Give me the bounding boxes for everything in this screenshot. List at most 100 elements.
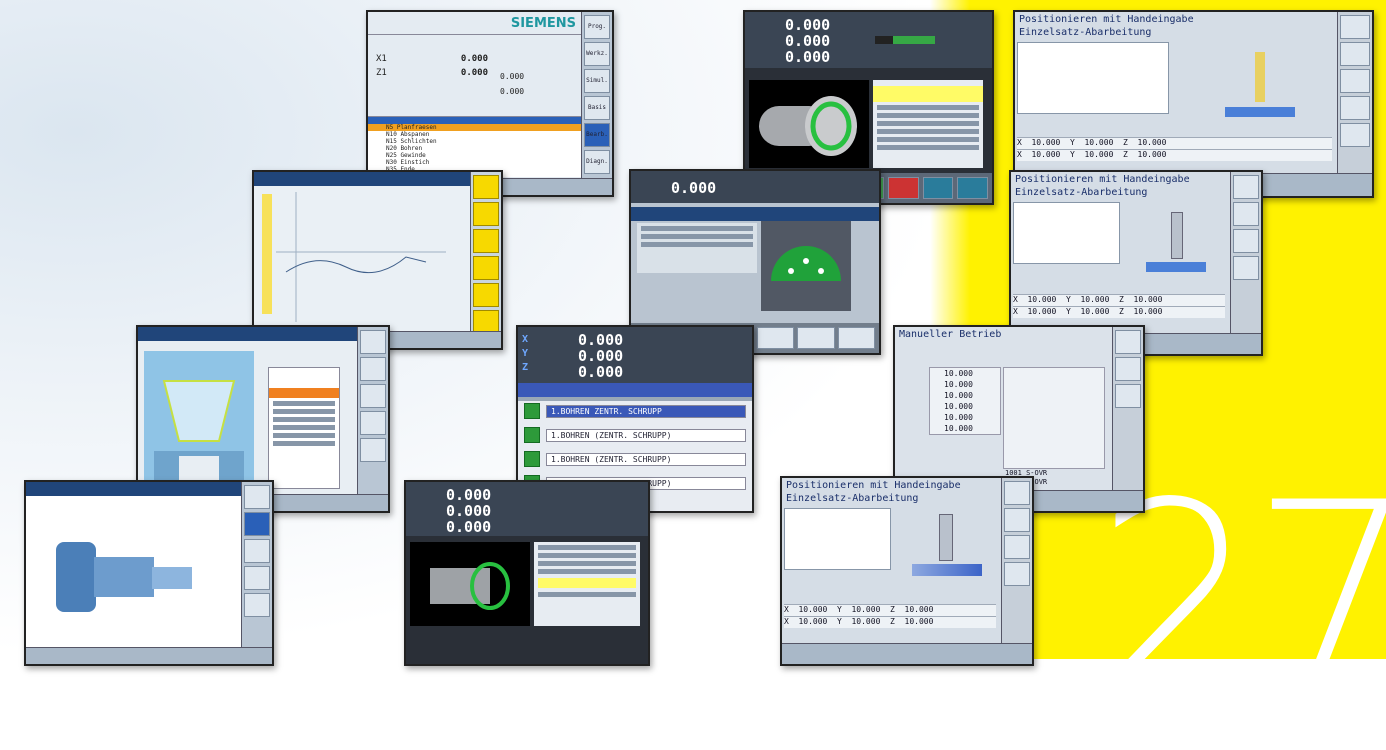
softkey[interactable] [473,202,499,226]
softkey[interactable] [244,593,270,617]
axis-value: 10.000 [944,391,973,400]
position-row: X 10.000 Y 10.000 Z 10.000 [1013,306,1225,318]
flange-render [771,246,841,281]
shaft-render [56,542,192,612]
softkey[interactable] [797,327,835,349]
softkey[interactable] [1340,15,1370,39]
screen-subtitle: Einzelsatz-Abarbeitung [1019,27,1152,38]
softkey[interactable] [1233,202,1259,226]
axis-name: X1 [376,54,387,64]
softkey[interactable]: Diagn. [584,150,610,174]
softkey[interactable]: Basis [584,96,610,120]
softkey[interactable] [1233,175,1259,199]
workpiece-render [430,562,510,610]
axis-letter: Y [522,348,529,359]
softkey[interactable] [837,327,875,349]
drill-cycle-icon [524,403,540,419]
cycle-item[interactable]: 1.BOHREN (ZENTR. SCHRUPP) [524,449,746,469]
softkey-bar [1337,12,1372,196]
softkey-bar [1001,478,1032,664]
title-bar [518,383,752,397]
part-preview [761,221,851,311]
softkey[interactable] [1340,123,1370,147]
softkey[interactable] [360,357,386,381]
softkey[interactable] [1115,384,1141,408]
softkey[interactable]: Prog. [584,15,610,39]
softkey[interactable] [1004,481,1030,505]
softkey[interactable]: Bearb. [584,123,610,147]
tool-value: 0.000 [500,87,525,96]
siemens-main-screenshot: SIEMENS X1 0.000 Z1 0.000 0.000 0.000 N5 P… [366,10,614,197]
axis-letter: X [522,334,529,345]
title-bar [254,172,501,186]
part-3d-view [144,351,254,491]
softkey[interactable] [1004,562,1030,586]
axis-name: Z1 [376,68,387,78]
softkey[interactable] [244,566,270,590]
program-row[interactable]: N10 Abspanen [368,131,581,138]
screen-title: Manueller Betrieb [899,329,1002,340]
softkey[interactable] [922,177,954,199]
softkey[interactable] [1340,69,1370,93]
title-bar [631,207,879,221]
softkey[interactable] [473,256,499,280]
axis-value: 10.000 [944,380,973,389]
softkey-bar [241,482,272,664]
program-row[interactable]: N30 Einstich [368,159,581,166]
axis-value: 10.000 [944,413,973,422]
softkey[interactable] [957,177,989,199]
softkey[interactable] [244,512,270,536]
manual-input-screenshot-3: Positionieren mit Handeingabe Einzelsatz… [780,476,1034,666]
softkey[interactable] [473,229,499,253]
softkey[interactable] [1115,357,1141,381]
position-row: X 10.000 Y 10.000 Z 10.000 [1013,294,1225,306]
softkey[interactable] [1004,508,1030,532]
softkey[interactable] [473,283,499,307]
axis-value: 10.000 [944,424,973,433]
softkey-bar [470,172,501,348]
softkey[interactable]: Werkz. [584,42,610,66]
program-row[interactable]: N5 Planfraesen [368,124,581,131]
softkey[interactable] [360,438,386,462]
softkey[interactable] [1233,256,1259,280]
cycle-item[interactable]: 1.BOHREN ZENTR. SCHRUPP [524,401,746,421]
softkey[interactable] [1004,535,1030,559]
softkey[interactable] [756,327,794,349]
position-row: X 10.000 Y 10.000 Z 10.000 [1017,137,1332,149]
dro-value: 0.000 [785,48,831,66]
softkey[interactable] [887,177,919,199]
contour-plot [276,192,446,322]
dro-value: 0.000 [578,363,624,381]
softkey[interactable] [244,539,270,563]
softkey[interactable] [360,384,386,408]
cycle-item[interactable]: 1.BOHREN (ZENTR. SCHRUPP) [524,425,746,445]
simulation-view [410,542,530,626]
screen-subtitle: Einzelsatz-Abarbeitung [1015,187,1148,198]
softkey[interactable]: Simul. [584,69,610,93]
program-row[interactable]: N15 Schlichten [368,138,581,145]
program-row[interactable]: N25 Gewinde [368,152,581,159]
screen-title: Positionieren mit Handeingabe [1015,174,1190,185]
title-bar [138,327,388,341]
axis-letter: Z [522,362,529,373]
softkey[interactable] [1233,229,1259,253]
softkey[interactable] [1115,330,1141,354]
axis-value: 0.000 [460,54,488,64]
softkey[interactable] [1340,96,1370,120]
drill-cycle-icon [524,427,540,443]
softkey[interactable] [360,330,386,354]
softkey[interactable] [360,411,386,435]
softkey-bar: Prog. Werkz. Simul. Basis Bearb. Diagn. [581,12,612,195]
tool-graphic [1215,52,1305,132]
housing-render [154,380,244,491]
program-row[interactable]: N20 Bohren [368,145,581,152]
screen-title: Positionieren mit Handeingabe [1019,14,1194,25]
3d-simulation-view [749,80,869,168]
dro-value: 0.000 [446,518,492,536]
tool-value: 0.000 [500,72,525,81]
softkey[interactable] [244,485,270,509]
position-row: X 10.000 Y 10.000 Z 10.000 [784,616,996,628]
softkey[interactable] [1340,42,1370,66]
bottom-bar [26,647,272,664]
softkey[interactable] [473,175,499,199]
